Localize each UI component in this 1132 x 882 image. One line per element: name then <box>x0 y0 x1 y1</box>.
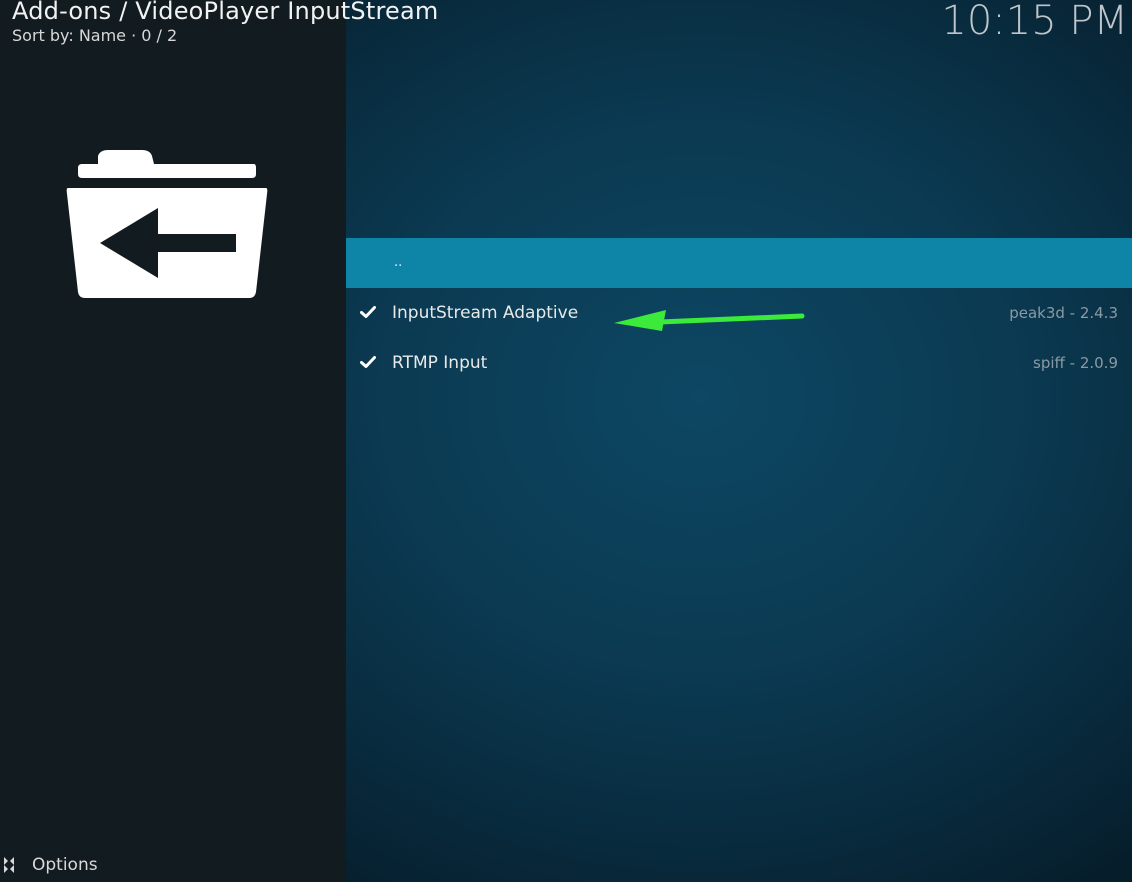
list-item-rtmp-input[interactable]: RTMP Input spiff - 2.0.9 <box>346 338 1132 388</box>
list-item-label: InputStream Adaptive <box>392 303 579 323</box>
list-item-label: .. <box>394 255 403 270</box>
list-item-version: spiff - 2.0.9 <box>1033 354 1118 372</box>
options-button[interactable]: Options <box>0 852 98 878</box>
list-item-parent[interactable]: .. <box>346 238 1132 288</box>
check-icon <box>360 356 376 368</box>
folder-back-icon[interactable] <box>64 148 270 300</box>
sort-info: Sort by: Name · 0 / 2 <box>12 26 178 45</box>
page-title: Add-ons / VideoPlayer InputStream <box>12 0 439 25</box>
content-background <box>346 0 1132 882</box>
options-label: Options <box>32 855 98 875</box>
sidebar-panel <box>0 0 346 882</box>
check-icon <box>360 306 376 318</box>
kodi-addons-window: Add-ons / VideoPlayer InputStream Sort b… <box>0 0 1132 882</box>
list-item-label: RTMP Input <box>392 353 488 373</box>
annotation-arrow-icon <box>614 310 805 331</box>
clock: 10:15 PM <box>941 0 1128 44</box>
options-icon <box>4 857 14 873</box>
list-item-version: peak3d - 2.4.3 <box>1009 304 1118 322</box>
